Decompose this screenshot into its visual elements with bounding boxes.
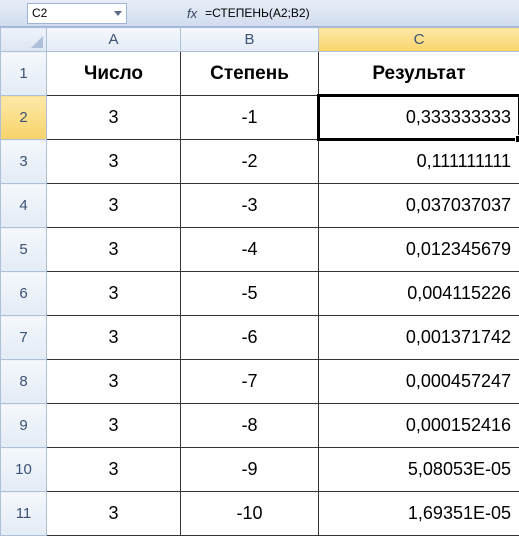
row-header[interactable]: 11 <box>1 492 47 536</box>
row-header[interactable]: 4 <box>1 184 47 228</box>
cell[interactable]: -8 <box>181 404 319 448</box>
name-box-value: C2 <box>32 6 114 20</box>
row-header[interactable]: 9 <box>1 404 47 448</box>
cell[interactable]: 3 <box>47 184 181 228</box>
cell-selected[interactable]: 0,333333333 <box>319 96 519 140</box>
cell-A1[interactable]: Число <box>47 52 181 96</box>
formula-bar: C2 fx =СТЕПЕНЬ(A2;B2) <box>0 0 519 27</box>
fx-icon[interactable]: fx <box>187 6 197 21</box>
row-header[interactable]: 6 <box>1 272 47 316</box>
cell[interactable]: 3 <box>47 360 181 404</box>
cell[interactable]: 3 <box>47 492 181 536</box>
row-header[interactable]: 5 <box>1 228 47 272</box>
row-header[interactable]: 10 <box>1 448 47 492</box>
cell[interactable]: 3 <box>47 140 181 184</box>
dropdown-icon[interactable] <box>114 11 122 16</box>
cell[interactable]: 3 <box>47 272 181 316</box>
row-header[interactable]: 2 <box>1 96 47 140</box>
cell[interactable]: -7 <box>181 360 319 404</box>
name-box[interactable]: C2 <box>27 3 127 24</box>
cell[interactable]: -10 <box>181 492 319 536</box>
cell[interactable]: 3 <box>47 404 181 448</box>
row-header[interactable]: 8 <box>1 360 47 404</box>
cell[interactable]: -9 <box>181 448 319 492</box>
row-header[interactable]: 1 <box>1 52 47 96</box>
cell[interactable]: 0,012345679 <box>319 228 519 272</box>
cell-C1[interactable]: Результат <box>319 52 519 96</box>
formula-input[interactable]: =СТЕПЕНЬ(A2;B2) <box>205 6 309 20</box>
cell[interactable]: 0,004115226 <box>319 272 519 316</box>
cell[interactable]: 0,111111111 <box>319 140 519 184</box>
col-header-A[interactable]: A <box>47 28 181 52</box>
cell[interactable]: 5,08053E-05 <box>319 448 519 492</box>
select-all-corner[interactable] <box>1 28 47 52</box>
cell[interactable]: 3 <box>47 96 181 140</box>
cell[interactable]: 0,037037037 <box>319 184 519 228</box>
cell[interactable]: 1,69351E-05 <box>319 492 519 536</box>
cell[interactable]: 3 <box>47 316 181 360</box>
cell[interactable]: -2 <box>181 140 319 184</box>
cell[interactable]: 0,000152416 <box>319 404 519 448</box>
formula-area: fx =СТЕПЕНЬ(A2;B2) <box>187 6 310 21</box>
col-header-B[interactable]: B <box>181 28 319 52</box>
row-header[interactable]: 3 <box>1 140 47 184</box>
spreadsheet-grid[interactable]: A B C 1 Число Степень Результат 2 3 -1 0… <box>0 27 519 536</box>
cell[interactable]: -4 <box>181 228 319 272</box>
cell[interactable]: 0,000457247 <box>319 360 519 404</box>
cell[interactable]: 3 <box>47 228 181 272</box>
cell[interactable]: -1 <box>181 96 319 140</box>
cell-B1[interactable]: Степень <box>181 52 319 96</box>
cell[interactable]: 0,001371742 <box>319 316 519 360</box>
row-header[interactable]: 7 <box>1 316 47 360</box>
col-header-C[interactable]: C <box>319 28 519 52</box>
cell[interactable]: -5 <box>181 272 319 316</box>
cell[interactable]: -6 <box>181 316 319 360</box>
cell[interactable]: 3 <box>47 448 181 492</box>
cell[interactable]: -3 <box>181 184 319 228</box>
